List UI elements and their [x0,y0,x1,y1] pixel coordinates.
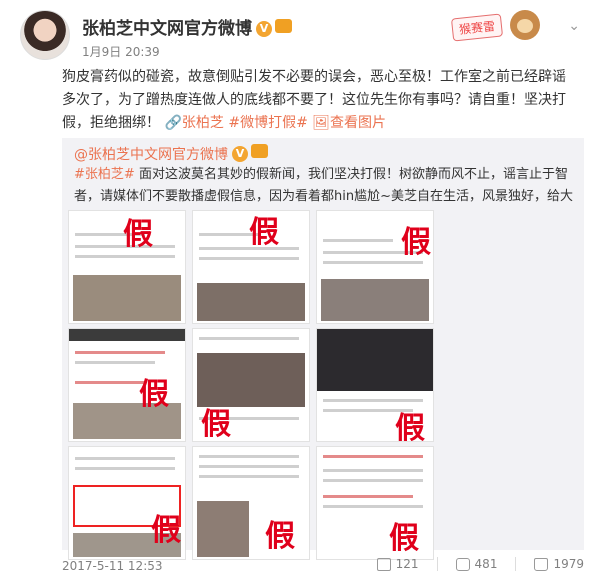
reposted-card: @张柏芝中文网官方微博 V #张柏芝# 面对这波莫名其妙的假新闻，我们坚决打假！树… [62,138,584,560]
post-time[interactable]: 1月9日 20:39 [82,43,160,60]
share-icon [376,557,391,571]
like-count: 1979 [553,557,584,571]
author-name[interactable]: 张柏芝中文网官方微博 [82,19,252,39]
image-thumb-7[interactable]: 假 [68,446,186,560]
image-thumb-9[interactable]: 假 [316,446,434,560]
action-bar: 121 481 1979 [376,557,584,571]
repost-author-line: @张柏芝中文网官方微博 V [74,144,268,164]
image-thumb-4[interactable]: 假 [68,328,186,442]
share-button[interactable]: 121 [376,557,419,571]
image-thumb-3[interactable]: 假 [316,210,434,324]
monkey-icon [510,10,540,40]
image-thumb-1[interactable]: 假 [68,210,186,324]
fake-label: 假 [249,215,279,250]
divider [436,557,438,571]
comment-button[interactable]: 481 [455,557,498,571]
author-line: 张柏芝中文网官方微博 V [82,14,292,39]
topic-link[interactable]: #微博打假# [228,115,307,131]
fake-label: 假 [201,407,231,442]
repost-tag-link[interactable]: #张柏芝# [74,167,135,182]
post-text: 狗皮膏药似的碰瓷，故意倒贴引发不必要的误会，恶心至极！工作室之前已经辟谣多次了，… [62,66,577,135]
vip-icon [275,19,292,33]
verified-icon: V [256,21,272,37]
fake-label: 假 [151,513,181,548]
repost-timestamp[interactable]: 2017-5-11 12:53 [62,559,163,573]
link-icon: 🔗 [164,115,182,131]
share-count: 121 [395,557,419,571]
fake-label: 假 [265,519,295,554]
vip-icon [251,144,268,158]
divider [515,557,517,571]
mention-link[interactable]: 张柏芝 [182,115,224,131]
image-thumb-8[interactable]: 假 [192,446,310,560]
image-thumb-2[interactable]: 假 [192,210,310,324]
avatar[interactable] [20,10,70,60]
fake-label: 假 [123,217,153,252]
image-thumb-6[interactable]: 假 [316,328,434,442]
repost-author[interactable]: @张柏芝中文网官方微博 [74,147,228,163]
comment-icon [455,557,470,571]
comment-count: 481 [474,557,498,571]
chevron-down-icon[interactable]: ⌄ [568,18,580,34]
fake-label: 假 [401,225,431,260]
sticker-text: 猴赛雷 [450,13,504,42]
image-thumb-5[interactable]: 假 [192,328,310,442]
fake-label: 假 [139,377,169,412]
fake-label: 假 [389,521,419,556]
post-header: 张柏芝中文网官方微博 V 1月9日 20:39 猴赛雷 ⌄ [20,10,580,62]
like-icon [534,557,549,571]
fake-label: 假 [395,411,425,442]
sticker: 猴赛雷 [450,10,540,44]
like-button[interactable]: 1979 [534,557,584,571]
view-image-link[interactable]: 🖼查看图片 [312,115,386,131]
verified-icon: V [232,146,248,162]
